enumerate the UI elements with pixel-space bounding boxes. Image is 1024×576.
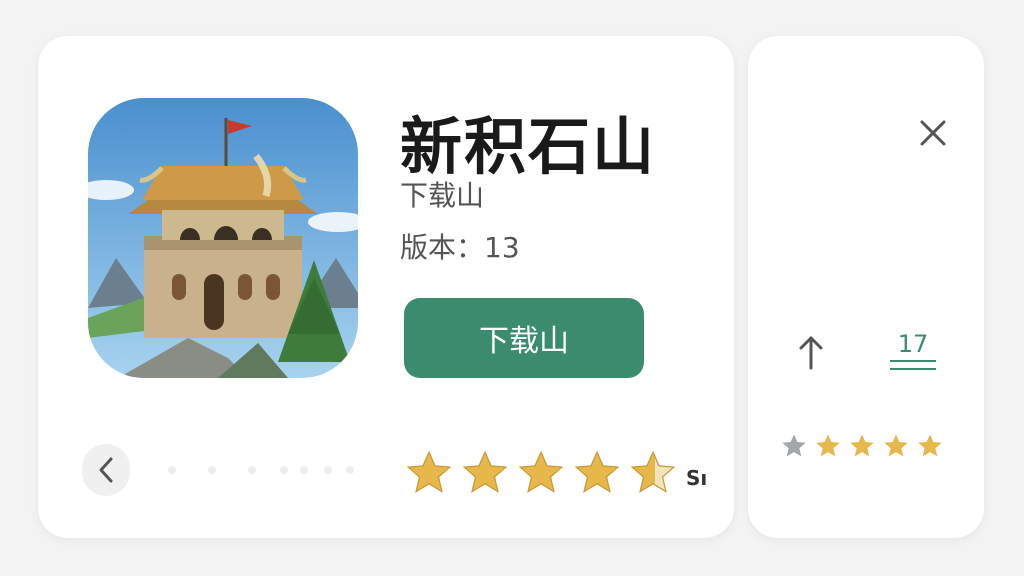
app-subtitle: 下载山 xyxy=(400,179,485,212)
carousel-dot[interactable] xyxy=(248,466,256,474)
carousel-dot[interactable] xyxy=(168,466,176,474)
star-icon xyxy=(918,434,942,457)
star-icon xyxy=(850,434,874,457)
share-icon[interactable] xyxy=(794,332,828,372)
app-title: 新积石山 xyxy=(400,110,657,183)
age-rating-value: 17 xyxy=(897,330,929,358)
star-icon xyxy=(406,450,452,493)
version-value: 13 xyxy=(484,231,520,264)
version-label: 版本： xyxy=(400,231,485,264)
carousel-dot[interactable] xyxy=(280,466,288,474)
app-icon xyxy=(88,98,358,378)
download-button[interactable]: 下载山 xyxy=(404,298,644,378)
star-empty-icon xyxy=(782,434,806,457)
close-icon[interactable] xyxy=(916,116,950,150)
carousel-dot[interactable] xyxy=(300,466,308,474)
back-button[interactable] xyxy=(82,444,130,496)
download-button-label: 下载山 xyxy=(479,324,569,359)
version-info: 版本：13 xyxy=(400,226,520,266)
carousel-dot[interactable] xyxy=(324,466,332,474)
star-icon xyxy=(574,450,620,493)
star-half-icon xyxy=(630,450,676,493)
age-rating-underline xyxy=(890,360,936,362)
star-icon xyxy=(816,434,840,457)
star-icon xyxy=(884,434,908,457)
star-icon xyxy=(518,450,564,493)
age-rating-underline xyxy=(890,368,936,370)
age-rating-badge: 17 xyxy=(886,330,940,376)
carousel-dot[interactable] xyxy=(208,466,216,474)
chevron-left-icon xyxy=(99,457,113,483)
app-detail-card: 新积石山 下载山 版本：13 下载山 Sı xyxy=(38,36,734,538)
side-panel: 17 xyxy=(748,36,984,538)
carousel-dot[interactable] xyxy=(346,466,354,474)
rating-label: Sı xyxy=(686,466,708,490)
star-icon xyxy=(462,450,508,493)
